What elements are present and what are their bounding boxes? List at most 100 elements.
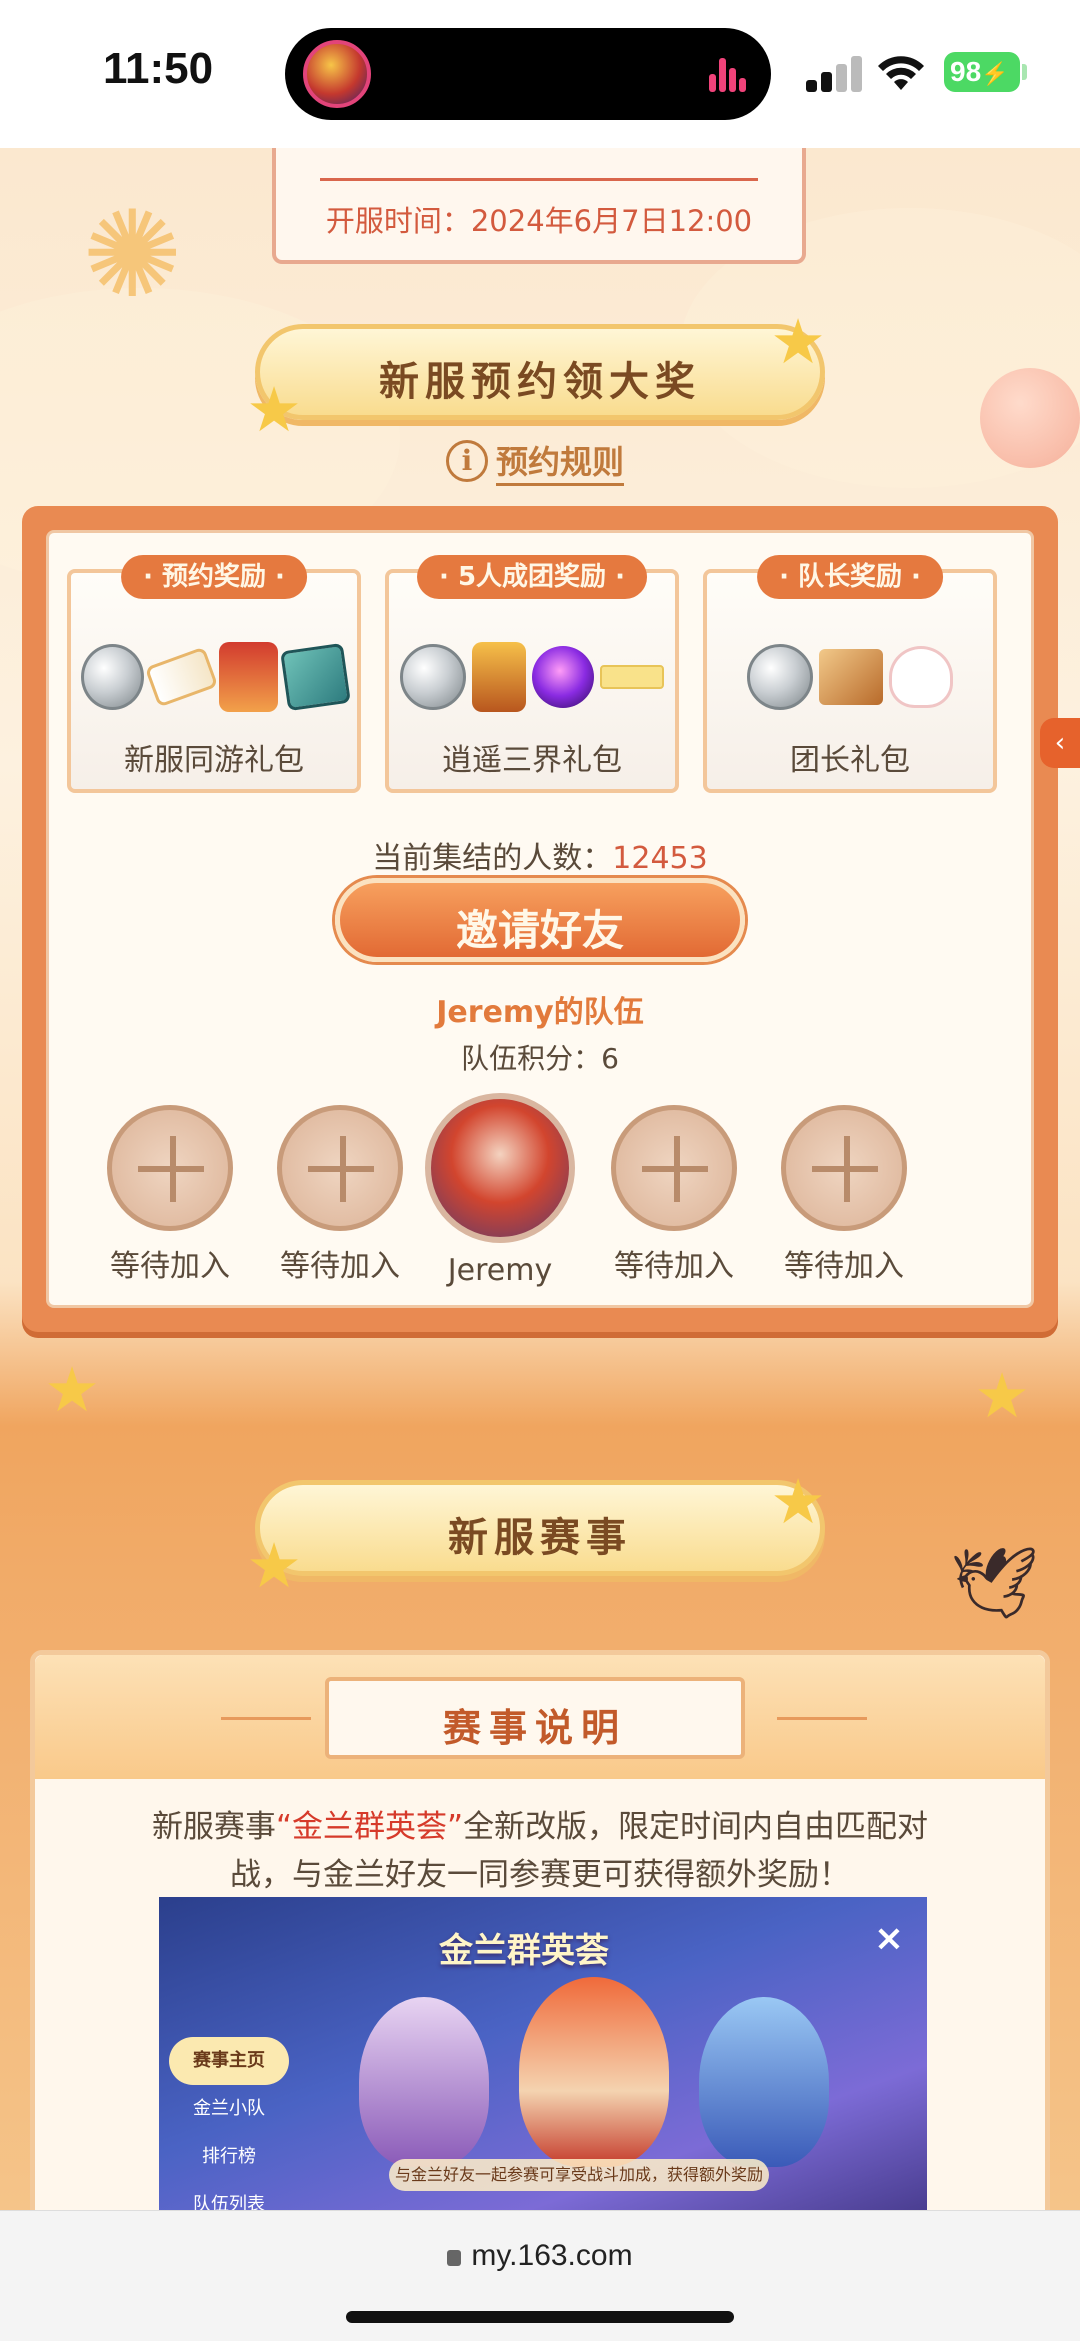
member-captain[interactable]: Jeremy xyxy=(425,1093,575,1288)
close-icon: × xyxy=(873,1918,905,1959)
silver-coin-icon xyxy=(400,644,466,710)
rules-label: 预约规则 xyxy=(496,437,625,486)
status-time: 11:50 xyxy=(103,44,214,93)
reward-items xyxy=(399,637,665,717)
add-member-plus-icon xyxy=(277,1105,403,1231)
invite-button-label: 邀请好友 xyxy=(455,906,624,955)
url-text: my.163.com xyxy=(471,2239,633,2272)
count-value: 12453 xyxy=(612,841,708,876)
reward-items xyxy=(717,637,983,717)
add-member-plus-icon xyxy=(611,1105,737,1231)
reservation-title-banner: 新服预约领大奖 xyxy=(255,324,825,420)
wifi-icon xyxy=(878,56,924,90)
side-share-tab[interactable]: ‹ xyxy=(1040,718,1080,768)
reservation-title: 新服预约领大奖 xyxy=(379,358,701,405)
team-score: 队伍积分：6 xyxy=(461,1042,619,1075)
character-image xyxy=(519,1977,669,2167)
swallow-icon: 🕊 xyxy=(950,1542,1039,1624)
invite-friends-button[interactable]: 邀请好友 xyxy=(335,878,745,962)
preview-menu-item: 金兰小队 xyxy=(193,2098,265,2119)
plaque-divider xyxy=(320,178,758,181)
silver-coin-icon xyxy=(747,644,813,710)
star-icon: ★ xyxy=(770,305,826,378)
preview-menu-item: 队伍列表 xyxy=(193,2194,265,2210)
avatar xyxy=(425,1093,575,1243)
gold-bar-icon xyxy=(600,665,664,689)
reward-name: 逍遥三界礼包 xyxy=(442,743,622,778)
tab-event-description[interactable]: 赛事说明 xyxy=(325,1677,745,1759)
browser-bar: my.163.com xyxy=(0,2210,1080,2341)
team-name: Jeremy的队伍 xyxy=(436,995,644,1030)
event-card-header: 赛事说明 xyxy=(35,1655,1045,1779)
page-content[interactable]: ✺ 开服时间：2024年6月7日12:00 新服预约领大奖 ★ ★ i 预约规则… xyxy=(0,148,1080,2210)
ghost-pet-icon xyxy=(889,646,953,708)
scroll-icon xyxy=(144,646,219,708)
app-icon xyxy=(303,40,371,108)
book-icon xyxy=(280,642,351,712)
battery-icon: 98⚡ xyxy=(944,52,1020,92)
events-title: 新服赛事 xyxy=(448,1514,632,1561)
character-image xyxy=(359,1997,489,2167)
preview-banner: 与金兰好友一起参赛可享受战斗加成，获得额外奖励 xyxy=(389,2159,769,2191)
member-slot[interactable]: 等待加入 xyxy=(599,1105,749,1285)
preview-menu-item: 排行榜 xyxy=(202,2146,256,2167)
preview-title: 金兰群英荟 xyxy=(439,1931,609,1971)
info-icon: i xyxy=(446,440,488,482)
event-description: 新服赛事“金兰群英荟”全新改版，限定时间内自由匹配对战，与金兰好友一同参赛更可获… xyxy=(125,1803,955,1899)
member-label: 等待加入 xyxy=(784,1249,904,1284)
preview-menu-item: 赛事主页 xyxy=(169,2037,289,2085)
header-divider xyxy=(221,1717,311,1720)
member-label: 等待加入 xyxy=(110,1249,230,1284)
event-description-card: 赛事说明 新服赛事“金兰群英荟”全新改版，限定时间内自由匹配对战，与金兰好友一同… xyxy=(30,1650,1050,2210)
dynamic-island[interactable] xyxy=(285,28,771,120)
reservation-card: · 预约奖励 · 新服同游礼包 · 5人成团奖励 · 逍遥三界礼包 · 队长奖励… xyxy=(22,506,1058,1332)
home-indicator[interactable] xyxy=(346,2311,734,2323)
events-title-banner: 新服赛事 xyxy=(255,1480,825,1576)
member-slot[interactable]: 等待加入 xyxy=(95,1105,245,1285)
reward-card-team[interactable]: · 5人成团奖励 · 逍遥三界礼包 xyxy=(385,555,679,793)
reward-tag: · 队长奖励 · xyxy=(757,555,943,599)
gather-count: 当前集结的人数：12453 xyxy=(49,833,1031,877)
member-slot[interactable]: 等待加入 xyxy=(769,1105,919,1285)
star-icon: ★ xyxy=(246,1529,302,1602)
desc-pre: 新服赛事 xyxy=(151,1809,276,1845)
star-icon: ★ xyxy=(44,1353,100,1426)
member-label: 等待加入 xyxy=(280,1249,400,1284)
reward-card-captain[interactable]: · 队长奖励 · 团长礼包 xyxy=(703,555,997,793)
status-bar: 11:50 98⚡ xyxy=(0,0,1080,148)
lock-icon xyxy=(447,2250,462,2266)
balloon-decoration xyxy=(980,368,1080,468)
member-label: 等待加入 xyxy=(614,1249,734,1284)
battery-tip xyxy=(1022,64,1027,80)
purple-orb-icon xyxy=(532,646,594,708)
add-member-plus-icon xyxy=(107,1105,233,1231)
reward-name: 团长礼包 xyxy=(790,743,910,778)
event-preview-image: 金兰群英荟 × 赛事主页 金兰小队 排行榜 队伍列表 与金兰好友一起参赛可享受战… xyxy=(159,1897,927,2210)
count-label: 当前集结的人数： xyxy=(372,841,613,876)
gold-token-icon xyxy=(472,642,526,712)
signal-icon xyxy=(806,56,862,92)
reservation-card-inner: · 预约奖励 · 新服同游礼包 · 5人成团奖励 · 逍遥三界礼包 · 队长奖励… xyxy=(46,530,1034,1308)
header-divider xyxy=(777,1717,867,1720)
add-member-plus-icon xyxy=(781,1105,907,1231)
battery-level: 98 xyxy=(950,56,982,87)
silver-coin-icon xyxy=(81,644,145,710)
preview-side-menu: 赛事主页 金兰小队 排行榜 队伍列表 xyxy=(169,2037,289,2210)
star-icon: ★ xyxy=(974,1359,1030,1432)
reservation-rules-link[interactable]: i 预约规则 xyxy=(446,436,625,486)
member-label: Jeremy xyxy=(447,1253,553,1288)
star-icon: ★ xyxy=(770,1465,826,1538)
open-time-text: 开服时间：2024年6月7日12:00 xyxy=(325,204,753,238)
reward-card-reservation[interactable]: · 预约奖励 · 新服同游礼包 xyxy=(67,555,361,793)
character-image xyxy=(699,1997,829,2167)
hero-icon xyxy=(219,642,278,712)
address-bar[interactable]: my.163.com xyxy=(0,2239,1080,2273)
member-slot[interactable]: 等待加入 xyxy=(265,1105,415,1285)
audio-bars-icon xyxy=(709,58,746,92)
open-time-plaque: 开服时间：2024年6月7日12:00 xyxy=(272,148,806,264)
reward-name: 新服同游礼包 xyxy=(124,743,304,778)
desc-highlight: “金兰群英荟” xyxy=(275,1809,464,1845)
firework-icon: ✺ xyxy=(82,186,183,325)
reward-items xyxy=(81,637,351,717)
reward-tag: · 5人成团奖励 · xyxy=(417,555,647,599)
